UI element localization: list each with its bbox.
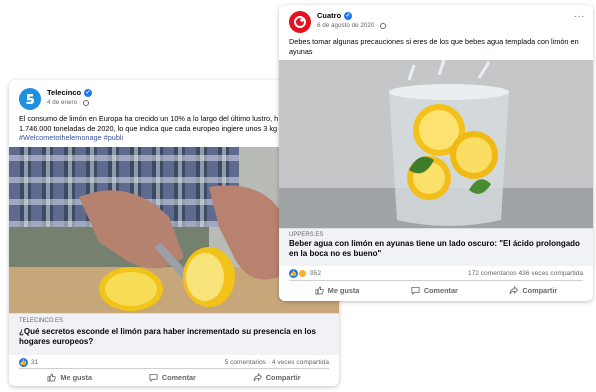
share-label: Compartir [522,286,558,295]
action-bar: Me gusta Comentar Compartir [19,368,329,386]
share-icon [253,373,262,382]
post-text-line: ayunas [289,46,313,56]
reactions-bar: 👍 31 5 comentarios · 4 veces compartida [19,358,329,367]
lemon-water-glass-photo [279,60,593,228]
reaction-summary[interactable]: 👍 31 [19,358,38,367]
verified-icon: ✓ [344,11,353,20]
reaction-count[interactable]: 952 [310,270,321,277]
cuatro-post: Cuatro ✓ 6 de agosto de 2020 · ··· Debes… [279,5,593,301]
post-date[interactable]: 6 de agosto de 2020 · [317,22,378,29]
telecinco-logo[interactable] [19,88,41,110]
like-label: Me gusta [327,286,360,295]
link-preview[interactable]: UPPERS.ES Beber agua con limón en ayunas… [279,228,593,266]
share-button[interactable]: Compartir [253,373,301,382]
post-image-lemon-water[interactable] [279,60,593,228]
comment-share-stats[interactable]: 5 comentarios · 4 veces compartida [225,359,329,366]
globe-icon [380,22,387,29]
thumbs-up-icon [315,286,324,295]
cuatro-logo[interactable] [289,11,311,33]
link-title[interactable]: Beber agua con limón en ayunas tiene un … [289,239,583,259]
action-bar: Me gusta Comentar Compartir [289,280,583,300]
like-reaction-icon: 👍 [19,358,28,367]
reaction-summary[interactable]: 👍 952 [289,269,321,278]
link-domain: TELECINCO.ES [19,318,64,324]
post-header: Cuatro ✓ 6 de agosto de 2020 · ··· [279,5,593,41]
author-label[interactable]: Cuatro [317,11,341,20]
comment-label: Comentar [423,286,458,295]
like-label: Me gusta [60,373,93,382]
author-label[interactable]: Telecinco [47,88,81,97]
post-date[interactable]: 4 de enero · [47,99,81,106]
author-name[interactable]: Cuatro ✓ [317,11,353,20]
comment-label: Comentar [161,373,196,382]
comment-share-stats[interactable]: 172 comentarios 436 veces compartida [468,270,583,277]
post-meta: 6 de agosto de 2020 · [317,22,387,29]
verified-icon: ✓ [84,88,93,97]
like-button[interactable]: Me gusta [315,286,360,295]
globe-icon [82,99,89,106]
link-title[interactable]: ¿Qué secretos esconde el limón para habe… [19,327,329,347]
thumbs-up-icon [47,373,57,382]
like-button[interactable]: Me gusta [47,373,92,382]
telecinco-5-icon [26,94,34,104]
author-name[interactable]: Telecinco ✓ [47,88,93,97]
post-meta: 4 de enero · [47,99,89,106]
wow-reaction-icon [298,269,307,278]
share-label: Compartir [265,373,301,382]
comment-icon [411,286,420,295]
more-options-button[interactable]: ··· [574,11,586,22]
link-domain: UPPERS.ES [289,232,324,238]
share-button[interactable]: Compartir [509,286,557,295]
cuatro-logo-icon [294,16,306,28]
reactions-bar: 👍 952 172 comentarios 436 veces comparti… [289,269,583,278]
comment-button[interactable]: Comentar [149,373,196,382]
comment-icon [149,373,158,382]
reaction-count[interactable]: 31 [31,359,38,366]
like-reaction-icon: 👍 [289,269,298,278]
comment-button[interactable]: Comentar [411,286,458,295]
share-icon [509,286,519,295]
link-preview[interactable]: TELECINCO.ES ¿Qué secretos esconde el li… [9,313,339,355]
